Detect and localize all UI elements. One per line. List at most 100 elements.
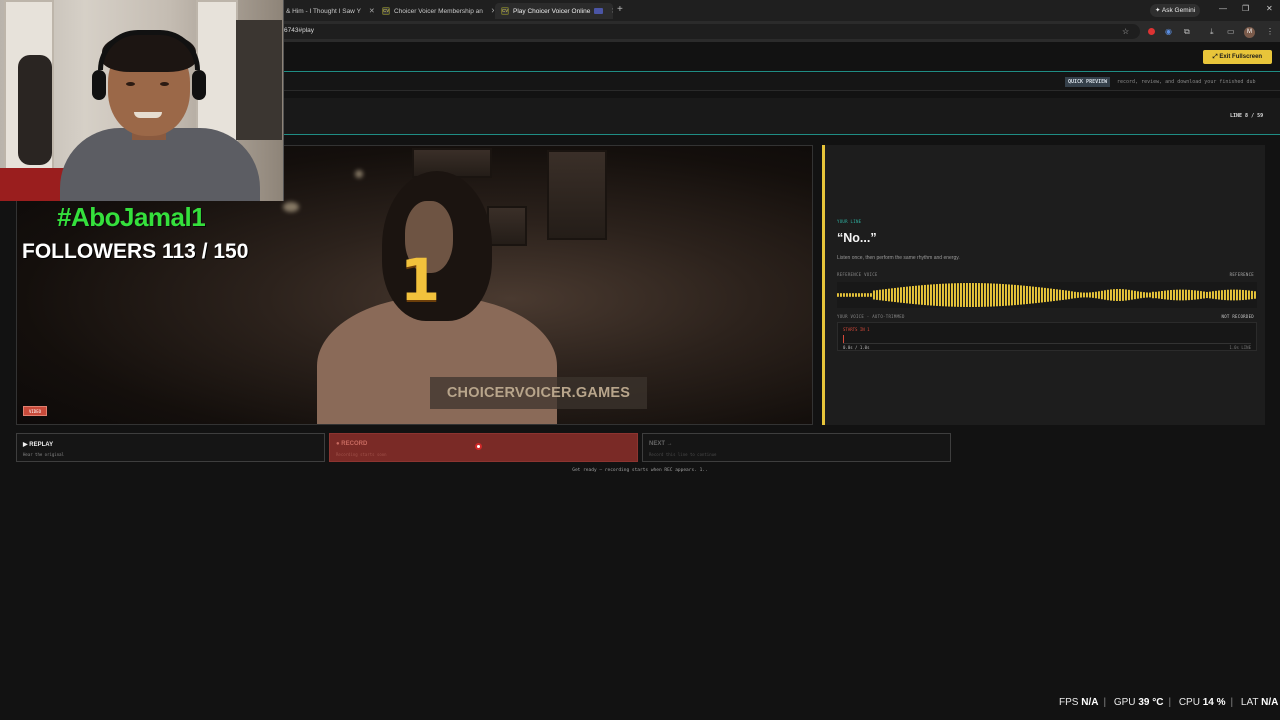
waveform-bar bbox=[1248, 290, 1250, 300]
waveform-bar bbox=[1029, 286, 1031, 304]
next-label: NEXT → bbox=[649, 441, 673, 447]
waveform-bar bbox=[1191, 290, 1193, 300]
waveform-bar bbox=[1164, 290, 1166, 300]
window-close-icon[interactable]: ✕ bbox=[1266, 4, 1273, 13]
waveform-bar bbox=[1110, 289, 1112, 301]
waveform-bar bbox=[882, 289, 884, 301]
watermark: CHOICERVOICER.GAMES bbox=[430, 377, 647, 409]
waveform-bar bbox=[1023, 285, 1025, 305]
waveform-bar bbox=[1224, 289, 1226, 301]
line-panel: YOUR LINE “No...” Listen once, then perf… bbox=[822, 145, 1265, 425]
sidebar-icon[interactable]: ▭ bbox=[1227, 27, 1235, 36]
maximize-icon[interactable]: ❐ bbox=[1242, 4, 1249, 13]
waveform-bar bbox=[1155, 291, 1157, 299]
cpu-value: 14 % bbox=[1202, 697, 1226, 708]
screen-share-icon bbox=[594, 8, 604, 14]
waveform-bar bbox=[1194, 290, 1196, 300]
streamer-mouth bbox=[134, 112, 162, 118]
tab-label: Choicer Voicer Membership an bbox=[394, 7, 483, 15]
waveform-bar bbox=[1188, 289, 1190, 301]
waveform-bar bbox=[1077, 292, 1079, 298]
download-icon[interactable]: ⤓ bbox=[1210, 27, 1214, 36]
waveform-bar bbox=[984, 283, 986, 307]
extension-icon[interactable]: ◉ bbox=[1165, 27, 1172, 36]
lat-label: LAT bbox=[1240, 697, 1259, 708]
wall-frame bbox=[487, 206, 527, 246]
waveform-bar bbox=[1218, 290, 1220, 300]
waveform-bar bbox=[936, 284, 938, 306]
waveform-bar bbox=[933, 284, 935, 306]
waveform-bar bbox=[1032, 286, 1034, 304]
headphones-icon bbox=[98, 30, 200, 70]
exit-fullscreen-button[interactable]: ⤢ Exit Fullscreen bbox=[1203, 50, 1272, 64]
avatar[interactable]: M bbox=[1244, 27, 1255, 38]
waveform-bar bbox=[1146, 292, 1148, 298]
fps-label: FPS bbox=[1059, 697, 1079, 708]
waveform-bar bbox=[1209, 291, 1211, 299]
next-sub: Record this line to continue bbox=[649, 452, 717, 457]
waveform-bar bbox=[897, 287, 899, 303]
waveform-bar bbox=[846, 293, 848, 297]
waveform-bar bbox=[1035, 286, 1037, 304]
close-icon[interactable]: ✕ bbox=[611, 7, 613, 15]
waveform-bar bbox=[1119, 289, 1121, 301]
menu-icon[interactable]: ⋮ bbox=[1266, 27, 1274, 36]
webcam-overlay bbox=[0, 0, 284, 201]
waveform-bar bbox=[1200, 291, 1202, 299]
waveform-bar bbox=[1083, 292, 1085, 298]
waveform-bar bbox=[1215, 290, 1217, 300]
close-icon[interactable]: ✕ bbox=[369, 7, 375, 15]
record-label: ● RECORD bbox=[336, 441, 368, 447]
new-tab-button[interactable]: + bbox=[617, 4, 623, 15]
address-bar[interactable]: 6743#play bbox=[270, 24, 1140, 39]
headphone-cup bbox=[192, 70, 206, 100]
ask-gemini-button[interactable]: ✦ Ask Gemini bbox=[1150, 4, 1201, 17]
wall-frame bbox=[547, 150, 607, 240]
line-duration: 1.0s LINE bbox=[1229, 345, 1251, 350]
line-text: “No...” bbox=[837, 231, 877, 245]
tab-label: & Him - I Thought I Saw Y bbox=[286, 7, 361, 15]
waveform-bar bbox=[843, 293, 845, 297]
favicon-icon: CV bbox=[382, 7, 390, 15]
mouse-cursor-icon bbox=[475, 443, 482, 450]
waveform-bar bbox=[1053, 288, 1055, 302]
waveform-bar bbox=[1131, 290, 1133, 300]
record-button[interactable]: ● RECORD Recording starts soon bbox=[329, 433, 638, 462]
waveform-bar bbox=[1197, 290, 1199, 300]
waveform-bar bbox=[996, 283, 998, 307]
waveform-bar bbox=[1152, 291, 1154, 299]
background-coat bbox=[18, 55, 52, 165]
tab-video[interactable]: & Him - I Thought I Saw Y ✕ bbox=[280, 3, 375, 19]
waveform-bar bbox=[945, 283, 947, 307]
waveform-bar bbox=[1122, 289, 1124, 301]
waveform-bar bbox=[1227, 289, 1229, 301]
waveform-bar bbox=[894, 287, 896, 303]
replay-sub: Hear the original bbox=[23, 452, 64, 457]
waveform-bar bbox=[870, 293, 872, 297]
ask-gemini-label: Ask Gemini bbox=[1161, 7, 1196, 14]
waveform-bar bbox=[1011, 284, 1013, 306]
lamp-glow bbox=[283, 202, 299, 212]
tab-play[interactable]: CV Play Choicer Voicer Online ✕ bbox=[495, 3, 613, 19]
favicon-icon: CV bbox=[501, 7, 509, 15]
waveform-bar bbox=[912, 286, 914, 304]
user-voice-status: NOT RECORDED bbox=[1221, 314, 1254, 319]
reference-waveform[interactable] bbox=[837, 282, 1257, 308]
puzzle-icon[interactable]: ⧉ bbox=[1184, 27, 1190, 36]
waveform-bar bbox=[999, 283, 1001, 307]
stream-hashtag: #AboJamal1 bbox=[57, 202, 206, 232]
waveform-bar bbox=[837, 293, 839, 297]
minimize-icon[interactable]: — bbox=[1219, 4, 1227, 13]
waveform-bar bbox=[885, 289, 887, 301]
next-button[interactable]: NEXT → Record this line to continue bbox=[642, 433, 951, 462]
waveform-bar bbox=[1044, 287, 1046, 303]
waveform-bar bbox=[900, 287, 902, 303]
close-icon[interactable]: ✕ bbox=[491, 7, 494, 15]
waveform-bar bbox=[1149, 292, 1151, 298]
star-icon[interactable]: ☆ bbox=[1122, 27, 1129, 36]
record-icon[interactable] bbox=[1148, 28, 1155, 35]
countdown-number: 1 bbox=[399, 246, 441, 314]
replay-button[interactable]: ▶ REPLAY Hear the original bbox=[16, 433, 325, 462]
performance-overlay: FPS N/A | GPU 39 °C | CPU 14 % | LAT N/A bbox=[1059, 697, 1279, 708]
tab-membership[interactable]: CV Choicer Voicer Membership an ✕ bbox=[376, 3, 494, 19]
